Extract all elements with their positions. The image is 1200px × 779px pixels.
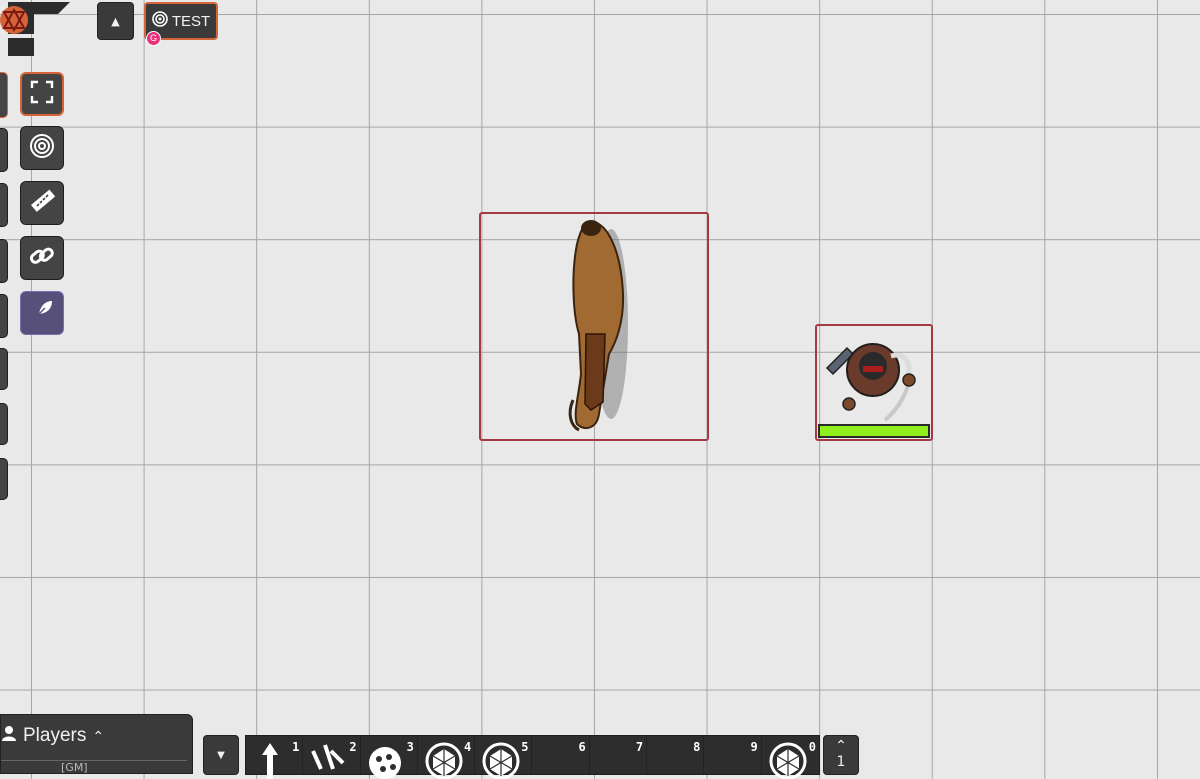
hotbar-slot-number: 4 bbox=[463, 740, 472, 754]
hotbar-slot-number: 3 bbox=[406, 740, 414, 754]
layer-sounds-button[interactable] bbox=[0, 348, 8, 390]
ruler-icon bbox=[28, 187, 56, 219]
hotbar-slot-number: 9 bbox=[750, 740, 758, 754]
hotbar-slot-2[interactable]: 2 bbox=[303, 736, 361, 774]
token-health-bar bbox=[818, 424, 930, 438]
hotbar-slot-number: 2 bbox=[349, 740, 357, 754]
layer-walls-button[interactable] bbox=[0, 239, 8, 283]
users-icon bbox=[1, 725, 17, 747]
target-icon bbox=[29, 133, 55, 163]
hotbar-slot-0[interactable]: 0 bbox=[761, 736, 819, 779]
hotbar-slot-number: 8 bbox=[693, 740, 701, 754]
hotbar-slot-number: 6 bbox=[578, 740, 586, 754]
layer-notes-button[interactable] bbox=[0, 458, 8, 500]
macro-bar-toggle-button[interactable]: ▼ bbox=[203, 735, 239, 775]
target-button[interactable] bbox=[20, 126, 64, 170]
gm-badge: G bbox=[146, 31, 161, 46]
players-title: Players bbox=[23, 725, 87, 746]
hotbar-slot-8[interactable]: 8 bbox=[647, 736, 705, 774]
hotbar-slot-3[interactable]: 3 bbox=[360, 736, 418, 779]
hotbar-slot-number: 5 bbox=[521, 740, 529, 754]
fullscreen-button[interactable] bbox=[20, 72, 64, 116]
hotbar-slot-5[interactable]: 5 bbox=[475, 736, 533, 779]
feather-icon bbox=[29, 298, 55, 328]
chevron-up-icon: ▲ bbox=[111, 14, 120, 28]
caret-down-icon: ▼ bbox=[217, 749, 225, 761]
hotbar-slot-9[interactable]: 9 bbox=[704, 736, 762, 774]
horse-token[interactable] bbox=[479, 212, 709, 441]
scene-name: TEST bbox=[171, 12, 211, 30]
feather-button[interactable] bbox=[20, 291, 64, 335]
chevron-up-icon[interactable]: ⌃ bbox=[835, 739, 847, 753]
layer-drawings-button[interactable] bbox=[0, 183, 8, 227]
hotbar: 1 2 3 4 5 6 7 8 9 0 bbox=[245, 735, 820, 779]
bullseye-icon bbox=[152, 11, 168, 31]
ruler-button[interactable] bbox=[20, 181, 64, 225]
layer-token-button[interactable] bbox=[0, 72, 8, 118]
foundry-logo[interactable] bbox=[0, 0, 72, 58]
players-header[interactable]: Players ⌃ bbox=[1, 725, 104, 747]
players-divider bbox=[1, 760, 187, 761]
layer-tiles-button[interactable] bbox=[0, 128, 8, 172]
hotbar-page-control[interactable]: ⌃ 1 bbox=[823, 735, 859, 775]
hotbar-slot-7[interactable]: 7 bbox=[589, 736, 648, 774]
layer-lighting-button[interactable] bbox=[0, 294, 8, 338]
hotbar-slot-number: 1 bbox=[292, 740, 300, 754]
chevron-up-icon: ⌃ bbox=[92, 727, 105, 744]
link-icon bbox=[29, 243, 55, 273]
fullscreen-icon bbox=[30, 80, 54, 108]
scene-nav-toggle-button[interactable]: ▲ bbox=[97, 2, 134, 40]
hotbar-slot-1[interactable]: 1 bbox=[246, 736, 304, 779]
hotbar-slot-4[interactable]: 4 bbox=[417, 736, 476, 779]
players-panel[interactable]: Players ⌃ [GM] bbox=[0, 714, 193, 774]
layer-regions-button[interactable] bbox=[0, 403, 8, 445]
hotbar-slot-number: 7 bbox=[635, 740, 644, 754]
link-button[interactable] bbox=[20, 236, 64, 280]
hotbar-slot-6[interactable]: 6 bbox=[532, 736, 590, 774]
hotbar-slot-number: 0 bbox=[808, 740, 816, 754]
